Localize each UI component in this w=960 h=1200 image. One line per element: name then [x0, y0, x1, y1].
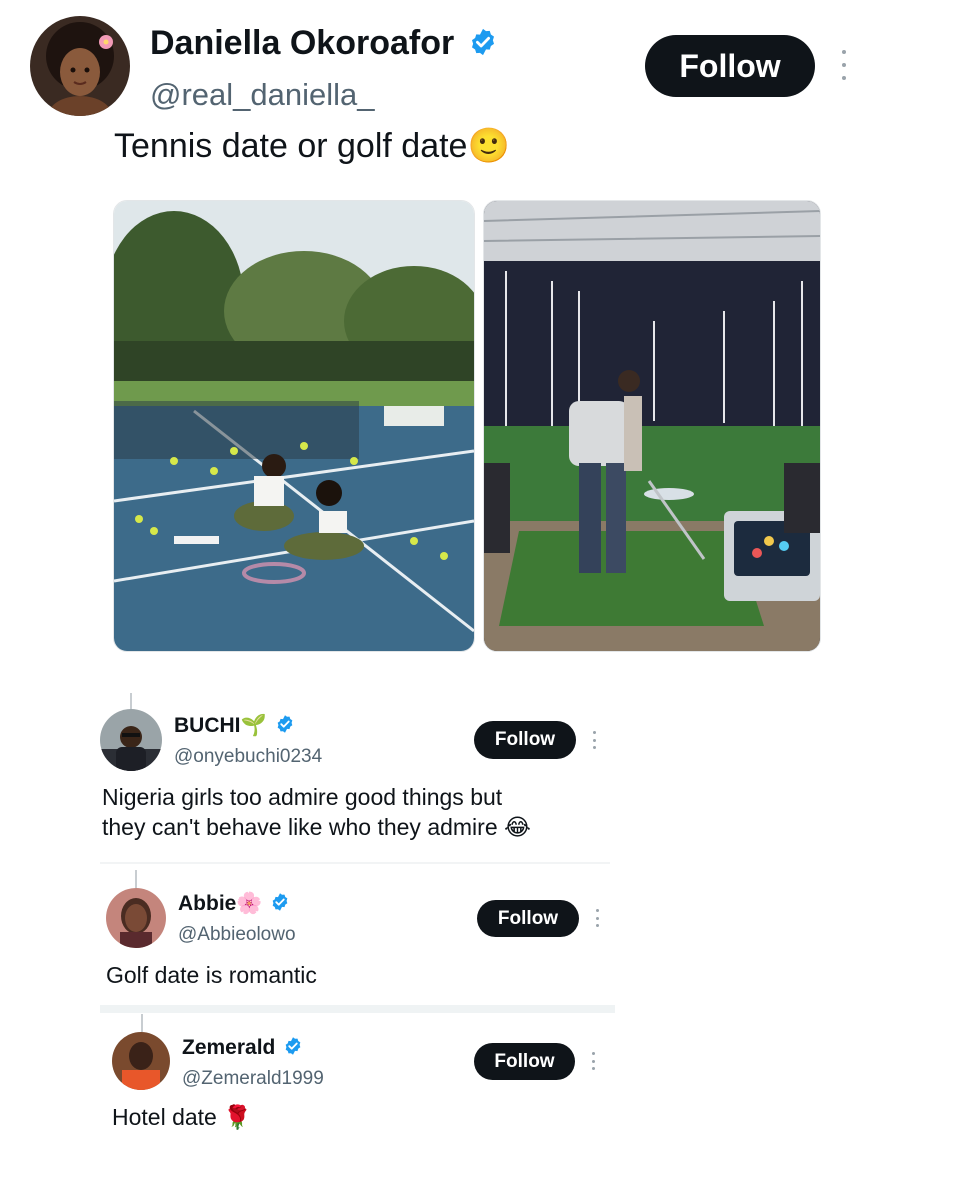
reply-name[interactable]: Zemerald	[182, 1034, 303, 1062]
reply-text: Hotel date 🌹	[112, 1104, 252, 1130]
thread-line	[135, 870, 137, 888]
post-text: Tennis date or golf date🙂	[114, 127, 510, 165]
reply-avatar[interactable]	[112, 1032, 170, 1090]
author-handle[interactable]: @real_daniella_	[150, 76, 375, 114]
laughing-emoji: 😂	[504, 814, 531, 840]
blossom-emoji: 🌸	[236, 892, 263, 915]
reply-text: Golf date is romantic	[106, 962, 317, 988]
verified-badge-icon	[273, 893, 288, 912]
more-options-icon[interactable]	[840, 50, 848, 80]
divider	[100, 862, 610, 864]
reply-handle[interactable]: @Zemerald1999	[182, 1066, 324, 1092]
reply-avatar[interactable]	[100, 709, 162, 771]
seedling-emoji: 🌱	[240, 714, 267, 737]
reply-text: Nigeria girls too admire good things but…	[102, 784, 531, 840]
verified-badge-icon	[471, 28, 494, 56]
tennis-court-photo[interactable]	[113, 200, 475, 652]
reply-handle[interactable]: @onyebuchi0234	[174, 744, 322, 770]
follow-button[interactable]: Follow	[474, 1043, 575, 1080]
reply-name[interactable]: BUCHI🌱	[174, 712, 295, 740]
more-options-icon[interactable]	[590, 1052, 596, 1070]
more-options-icon[interactable]	[591, 731, 597, 749]
reply-name[interactable]: Abbie🌸	[178, 890, 290, 918]
verified-badge-icon	[277, 715, 292, 734]
reply-avatar[interactable]	[106, 888, 166, 948]
smile-emoji: 🙂	[467, 127, 510, 165]
golf-range-photo[interactable]	[483, 200, 821, 652]
follow-button[interactable]: Follow	[474, 721, 576, 759]
rose-emoji: 🌹	[223, 1104, 252, 1130]
author-avatar[interactable]	[30, 16, 130, 116]
follow-button[interactable]: Follow	[645, 35, 815, 97]
thread-line	[130, 693, 132, 709]
reply-handle[interactable]: @Abbieolowo	[178, 922, 296, 948]
verified-badge-icon	[285, 1037, 301, 1056]
follow-button[interactable]: Follow	[477, 900, 579, 937]
divider	[100, 1005, 615, 1013]
author-name[interactable]: Daniella Okoroafor	[150, 22, 498, 64]
thread-line	[141, 1014, 143, 1032]
more-options-icon[interactable]	[594, 909, 600, 927]
